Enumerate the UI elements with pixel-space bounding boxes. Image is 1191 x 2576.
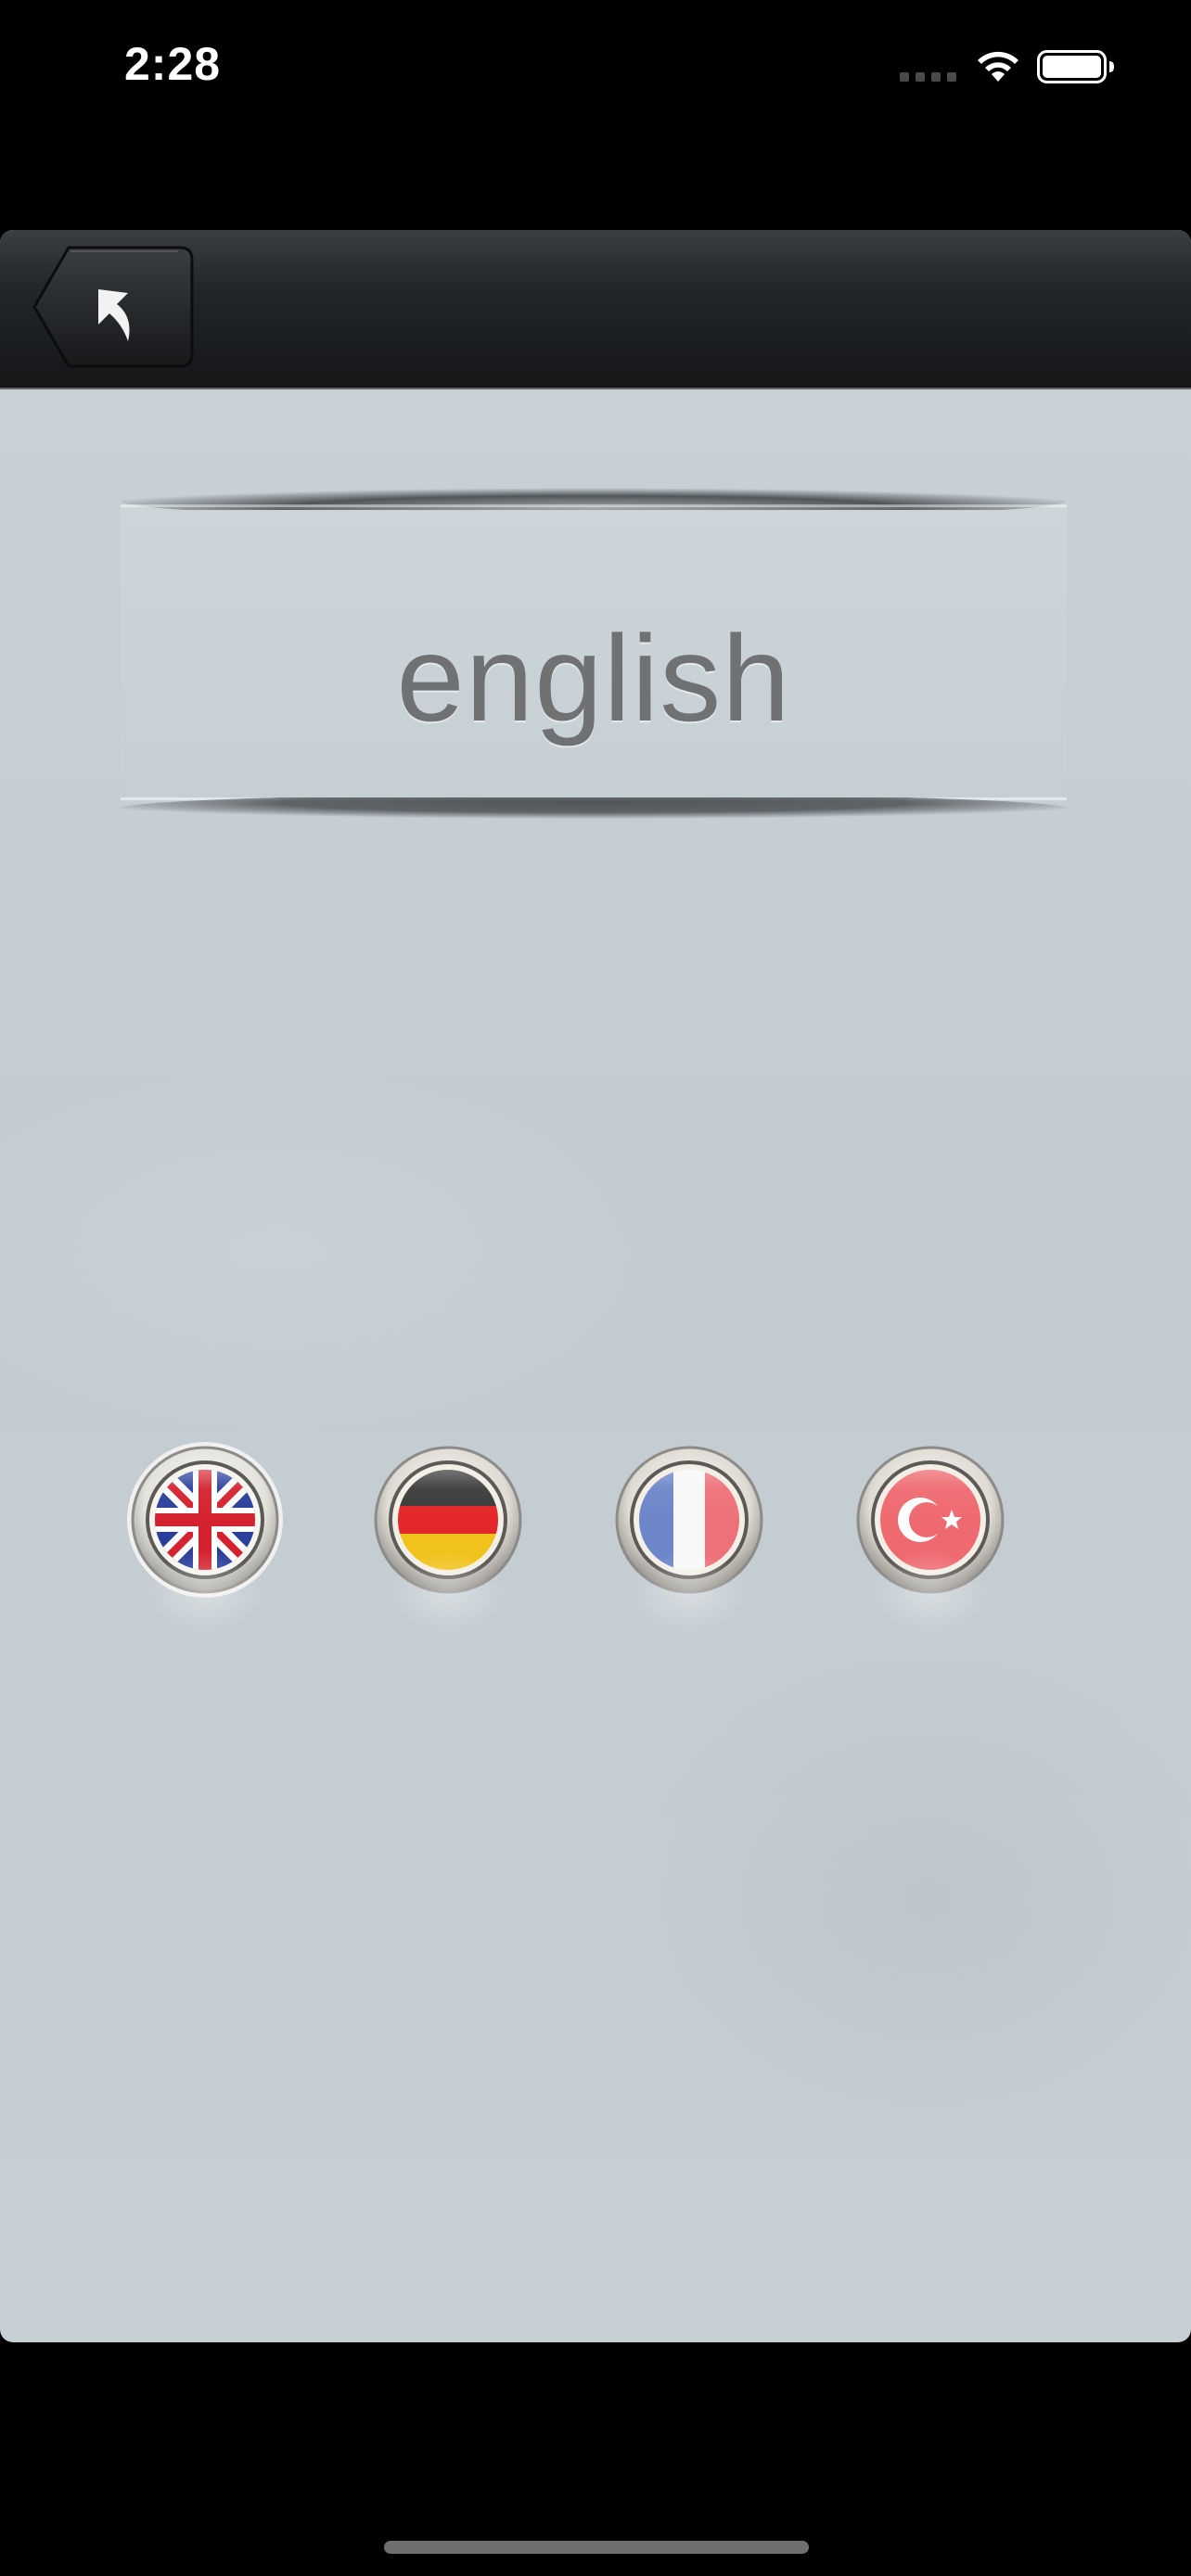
english-flag-button[interactable] xyxy=(124,1439,286,1634)
german-flag-button[interactable] xyxy=(367,1439,529,1634)
flag-reflection xyxy=(629,1550,749,1634)
turkish-flag-button[interactable] xyxy=(850,1439,1011,1634)
page-title: english xyxy=(396,610,791,746)
signal-icon xyxy=(900,72,957,83)
wifi-icon xyxy=(978,51,1018,82)
status-time: 2:28 xyxy=(124,38,222,90)
home-indicator xyxy=(384,2541,809,2554)
title-plate: english xyxy=(93,478,1095,831)
battery-icon xyxy=(1037,50,1114,83)
groove-bottom xyxy=(121,797,1067,823)
nav-bar xyxy=(0,230,1191,388)
flag-reflection xyxy=(388,1550,508,1634)
app-panel: english xyxy=(0,230,1191,2342)
groove-top xyxy=(121,482,1067,510)
flag-reflection xyxy=(870,1550,991,1634)
french-flag-button[interactable] xyxy=(608,1439,770,1634)
flag-reflection xyxy=(145,1550,265,1634)
status-bar: 2:28 xyxy=(0,0,1191,139)
back-button[interactable] xyxy=(32,245,195,369)
